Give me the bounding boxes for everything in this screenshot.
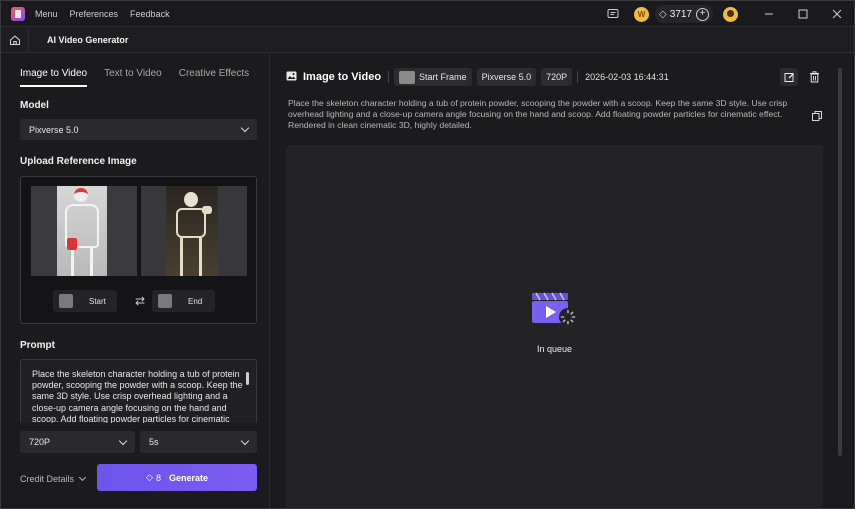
minimize-icon[interactable] [752, 1, 786, 27]
end-frame-mini-thumbnail [158, 294, 172, 308]
start-frame-button[interactable]: Start [53, 290, 117, 312]
start-image-thumbnail[interactable] [31, 186, 137, 276]
video-queue-icon [530, 291, 578, 330]
settings-panel: Image to Video Text to Video Creative Ef… [3, 54, 270, 508]
trash-icon[interactable] [805, 68, 823, 86]
resolution-value: 720P [29, 437, 51, 447]
skeleton-image-start [57, 186, 107, 276]
result-header: Image to Video Start Frame Pixverse 5.0 … [286, 68, 669, 86]
queue-status: In queue [536, 344, 573, 354]
model-value: Pixverse 5.0 [29, 124, 79, 135]
model-chip: Pixverse 5.0 [476, 68, 537, 86]
end-frame-button[interactable]: End [152, 290, 215, 312]
credit-details-toggle[interactable]: Credit Details [20, 473, 87, 484]
tab-image-to-video[interactable]: Image to Video [20, 68, 88, 87]
gem-icon: ◇ [659, 8, 667, 20]
close-icon[interactable] [820, 1, 854, 27]
swap-icon[interactable]: ⇄ [135, 294, 145, 308]
end-frame-label: End [188, 296, 203, 306]
title-bar: Menu Preferences Feedback W ◇ 3717 + [1, 1, 854, 27]
credit-details-label: Credit Details [20, 474, 75, 484]
generate-cost: 8 [155, 472, 161, 483]
start-frame-chip: Start Frame [394, 68, 472, 86]
start-frame-chip-thumbnail [399, 70, 416, 84]
model-label: Model [20, 100, 49, 111]
edit-icon[interactable] [780, 68, 798, 86]
app-window: Menu Preferences Feedback W ◇ 3717 + AI … [0, 0, 855, 509]
maximize-icon[interactable] [786, 1, 820, 27]
home-icon[interactable] [1, 26, 29, 53]
created-timestamp: 2026-02-03 16:44:31 [585, 72, 669, 82]
image-icon [286, 71, 297, 84]
mode-tabs: Image to Video Text to Video Creative Ef… [20, 68, 266, 87]
generate-label: Generate [168, 472, 208, 483]
chevron-down-icon [240, 123, 250, 133]
menu-menu[interactable]: Menu [35, 9, 58, 19]
app-logo-icon [11, 6, 25, 21]
start-frame-mini-thumbnail [59, 294, 73, 308]
prompt-label: Prompt [20, 340, 55, 351]
result-scrollbar[interactable] [838, 68, 842, 456]
chevron-down-icon [240, 436, 250, 445]
result-panel: Image to Video Start Frame Pixverse 5.0 … [272, 54, 854, 508]
start-frame-chip-label: Start Frame [419, 72, 467, 82]
video-preview-area: In queue [286, 145, 823, 508]
gem-icon: ◇ [146, 472, 153, 482]
page-header: AI Video Generator [1, 26, 854, 53]
prompt-description: Place the skeleton character holding a t… [288, 98, 788, 130]
header-divider [388, 71, 390, 83]
resolution-select[interactable]: 720P [20, 431, 135, 453]
title-bar-right: W ◇ 3717 + [606, 1, 854, 27]
tab-text-to-video[interactable]: Text to Video [104, 68, 162, 87]
upload-label: Upload Reference Image [20, 156, 137, 167]
header-divider [577, 71, 579, 83]
plus-icon[interactable]: + [696, 7, 709, 21]
credits-count: 3717 [669, 8, 692, 20]
chevron-down-icon [118, 436, 128, 445]
credits-balance[interactable]: ◇ 3717 + [655, 5, 713, 23]
duration-select[interactable]: 5s [140, 431, 257, 453]
avatar-icon[interactable] [723, 6, 738, 22]
page-title: AI Video Generator [47, 34, 129, 45]
model-select[interactable]: Pixverse 5.0 [20, 119, 257, 140]
prompt-text: Place the skeleton character holding a t… [32, 369, 243, 423]
chevron-down-icon [78, 473, 87, 482]
chat-icon[interactable] [606, 7, 620, 21]
result-title: Image to Video [303, 71, 382, 83]
end-image-thumbnail[interactable] [141, 186, 247, 276]
tab-creative-effects[interactable]: Creative Effects [179, 68, 249, 87]
generate-button[interactable]: ◇ 8 Generate [97, 464, 257, 491]
menu-feedback[interactable]: Feedback [130, 9, 170, 19]
duration-value: 5s [149, 437, 159, 447]
prompt-scrollbar[interactable] [246, 372, 249, 385]
menu-preferences[interactable]: Preferences [70, 9, 119, 19]
reference-image-area: Start ⇄ End [20, 176, 257, 324]
prompt-input[interactable]: Place the skeleton character holding a t… [20, 359, 257, 423]
start-frame-label: Start [89, 296, 106, 306]
resolution-chip: 720P [541, 68, 573, 86]
coin-icon[interactable]: W [634, 6, 650, 22]
copy-icon[interactable] [811, 110, 823, 122]
skeleton-image-end [166, 186, 218, 276]
